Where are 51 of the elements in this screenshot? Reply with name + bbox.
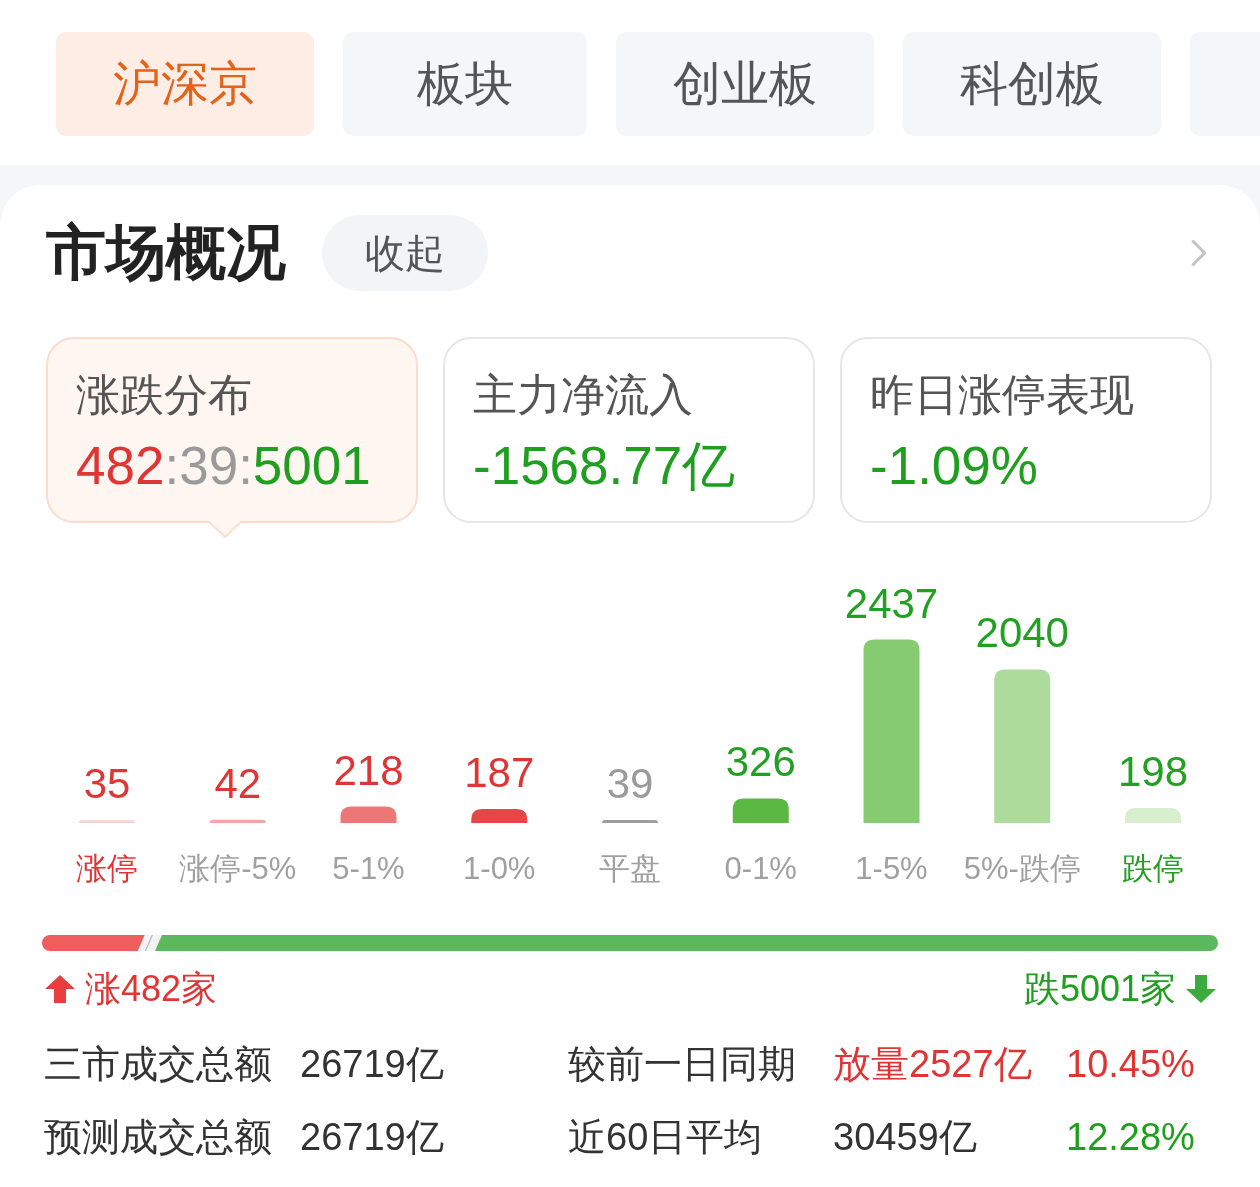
category-label: 0-1%	[724, 851, 797, 886]
compare-value: 放量2527亿	[833, 1042, 1033, 1087]
stat-label: 预测成交总额	[44, 1115, 273, 1160]
collapse-button[interactable]: 收起	[322, 214, 488, 291]
bar-value-label: 198	[1117, 748, 1189, 796]
tab[interactable]: 科创板	[903, 32, 1161, 136]
card-label: 涨跌分布	[76, 369, 252, 421]
stat-value: 26719亿	[300, 1042, 445, 1087]
stat-value: 26719亿	[300, 1115, 445, 1160]
bar-value-label: 326	[725, 738, 796, 786]
summary-card[interactable]: 昨日涨停表现 -1.09%	[840, 337, 1212, 523]
bar-value-label: 218	[333, 746, 404, 794]
card-value: :	[164, 437, 180, 495]
summary-card[interactable]: 主力净流入 -1568.77亿	[443, 337, 815, 523]
category-label: 涨停-5%	[179, 851, 297, 886]
category-label: 跌停	[1122, 851, 1184, 886]
category-label: 5%-跌停	[963, 851, 1081, 886]
category-label: 1-0%	[463, 851, 536, 886]
category-label: 5-1%	[332, 851, 405, 886]
category-label: 1-5%	[855, 851, 928, 886]
up-arrow-icon	[45, 975, 75, 1003]
compare-value: 12.28%	[1066, 1115, 1195, 1160]
bar-value-label: 2437	[844, 579, 939, 627]
category-label: 涨停	[76, 851, 138, 886]
bar-value-label: 39	[606, 760, 654, 808]
section-title: 市场概况	[46, 222, 286, 283]
card-value: -1568.77亿	[473, 437, 736, 495]
bar-value-label: 2040	[975, 609, 1069, 657]
bar-value-label: 35	[83, 760, 131, 808]
card-value: :	[238, 437, 253, 495]
card-value: -1.09%	[870, 437, 1038, 495]
compare-label: 较前一日同期	[568, 1042, 797, 1087]
compare-label: 近60日平均	[568, 1115, 764, 1160]
category-label: 平盘	[599, 851, 661, 886]
pointer-tail	[209, 521, 241, 539]
card-label: 主力净流入	[473, 369, 693, 421]
card-value: 5001	[252, 437, 371, 495]
bar-value-label: 42	[214, 759, 262, 807]
card-label: 昨日涨停表现	[870, 369, 1134, 421]
compare-value: 10.45%	[1066, 1042, 1195, 1087]
down-count: 跌5001家	[1023, 967, 1176, 1011]
compare-value: 30459亿	[833, 1115, 978, 1160]
card-value: 39	[179, 437, 239, 495]
tab[interactable]: 创业板	[616, 32, 874, 136]
bar-value-label: 187	[464, 748, 535, 796]
card-value: 482	[76, 437, 165, 495]
down-arrow-icon	[1186, 975, 1216, 1003]
tab[interactable]: 板块	[343, 32, 587, 136]
up-count: 涨482家	[85, 967, 218, 1011]
stat-label: 三市成交总额	[44, 1042, 273, 1087]
summary-card[interactable]: 涨跌分布 482:39:5001	[46, 337, 418, 523]
